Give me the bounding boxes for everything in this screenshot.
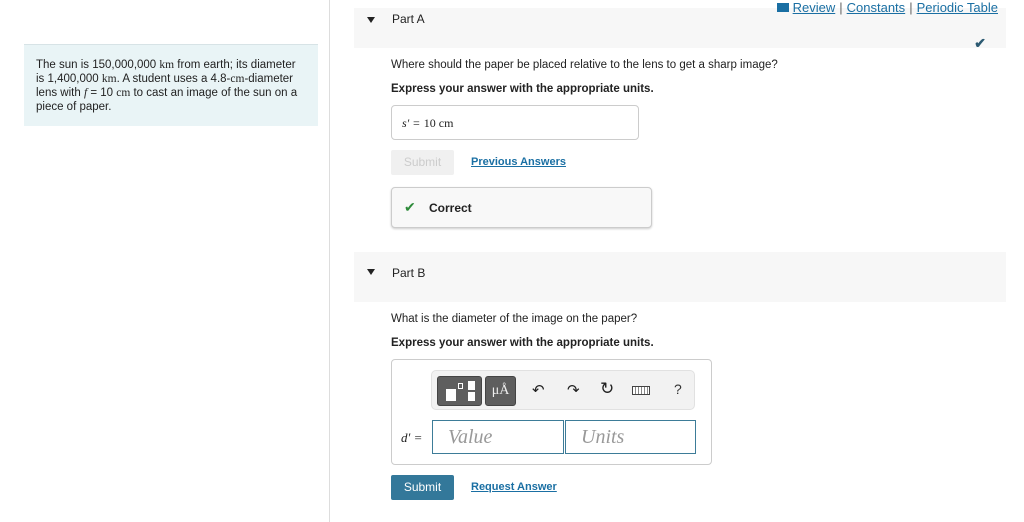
part-a-instruction: Express your answer with the appropriate… [391, 83, 654, 95]
redo-icon[interactable]: ↷ [567, 381, 580, 399]
part-b-header[interactable]: Part B [354, 252, 1006, 302]
templates-button[interactable] [437, 376, 482, 406]
check-icon: ✔ [974, 35, 986, 51]
constants-link[interactable]: Constants [847, 0, 906, 15]
reset-icon[interactable]: ↻ [600, 379, 614, 399]
previous-answers-link[interactable]: Previous Answers [471, 156, 566, 168]
part-b-submit-button[interactable]: Submit [391, 475, 454, 500]
math-toolbar: μÅ ↶ ↷ ↻ ? [431, 370, 695, 410]
undo-icon[interactable]: ↶ [532, 381, 545, 399]
problem-statement: The sun is 150,000,000 km from earth; it… [24, 44, 318, 126]
feedback-correct: ✔ Correct [391, 187, 652, 228]
part-a-label: Part A [392, 12, 425, 26]
part-a-submit-button[interactable]: Submit [391, 150, 454, 175]
divider [329, 0, 330, 522]
help-icon[interactable]: ? [674, 381, 682, 397]
units-input[interactable]: Units [565, 420, 696, 454]
review-link[interactable]: Review [793, 0, 836, 15]
part-b-instruction: Express your answer with the appropriate… [391, 337, 654, 349]
collapse-triangle-icon[interactable] [367, 269, 375, 275]
feedback-text: Correct [429, 201, 472, 215]
check-icon: ✔ [404, 199, 416, 215]
collapse-triangle-icon[interactable] [367, 17, 375, 23]
part-b-label: Part B [392, 266, 426, 280]
variable-label: d′ = [401, 430, 423, 445]
keyboard-icon[interactable] [632, 386, 650, 395]
request-answer-link[interactable]: Request Answer [471, 481, 557, 493]
part-a-answer: s′ = 10 cm [391, 105, 639, 140]
periodic-table-link[interactable]: Periodic Table [917, 0, 998, 15]
value-input[interactable]: Value [432, 420, 564, 454]
part-a-question: Where should the paper be placed relativ… [391, 59, 778, 71]
part-b-question: What is the diameter of the image on the… [391, 313, 638, 325]
top-links: Review | Constants | Periodic Table [776, 0, 998, 15]
answer-entry: μÅ ↶ ↷ ↻ ? d′ = Value Units [391, 359, 712, 465]
units-button[interactable]: μÅ [485, 376, 516, 406]
book-icon [776, 3, 789, 12]
